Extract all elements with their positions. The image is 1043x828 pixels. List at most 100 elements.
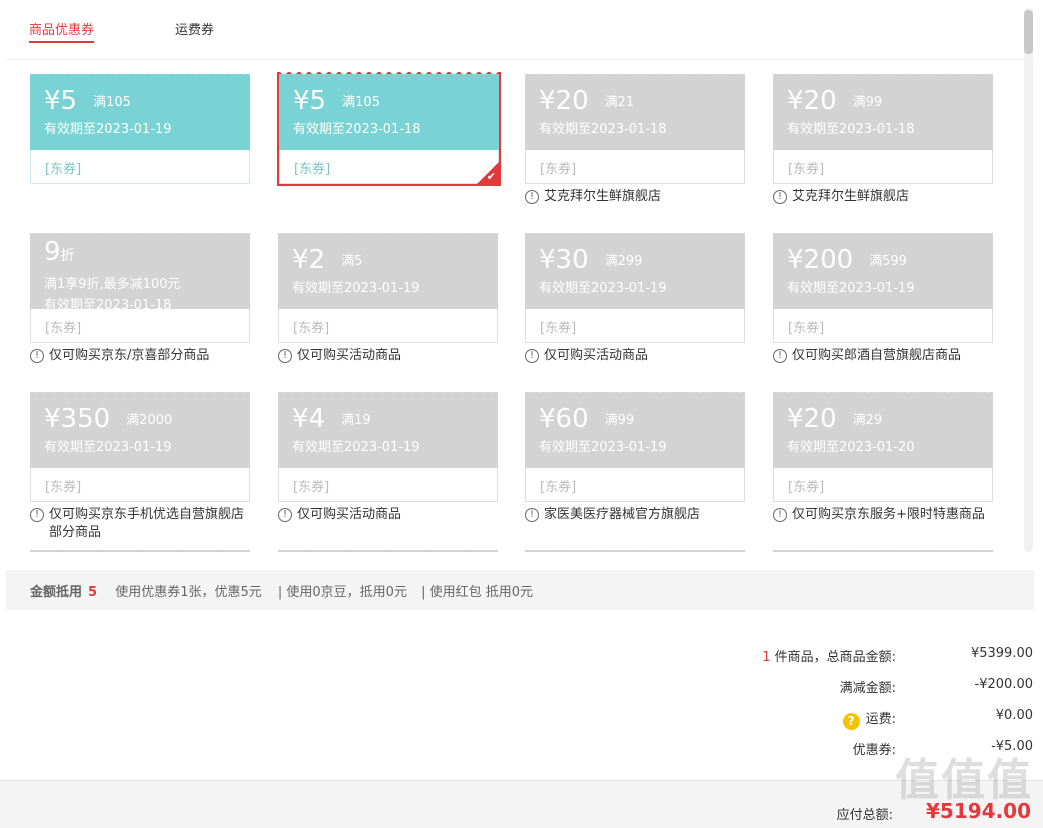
discount-summary: 金额抵用 5 使用优惠券1张，优惠5元 | 使用0京豆，抵用0元 | 使用红包 抵… [6, 570, 1034, 610]
coupon-condition: 满105 [93, 95, 131, 110]
coupon-expiry: 有效期至2023-01-18 [787, 122, 915, 137]
coupon-tag: [东券] [279, 150, 499, 184]
coupon-note: 仅可购买郎酒自营旗舰店商品 [792, 348, 962, 363]
coupon-label: 优惠券: [852, 743, 896, 758]
coupon-price: ¥30 [539, 245, 589, 275]
coupon-price: ¥20 [787, 86, 837, 116]
coupon-card-partial [278, 546, 498, 552]
scrollbar-thumb[interactable] [1024, 10, 1033, 54]
coupon-price: ¥2 [292, 245, 326, 275]
coupon-price: ¥5 [293, 86, 327, 116]
coupon-expiry: 有效期至2023-01-18 [293, 122, 421, 137]
coupon-condition: 满21 [604, 95, 635, 110]
coupon-price: ¥200 [787, 245, 854, 275]
coupon-card[interactable]: ¥2 满5 有效期至2023-01-19 [东券] ! 仅可购买活动商品 [278, 229, 498, 365]
coupon-card-partial [773, 546, 993, 552]
coupon-expiry: 有效期至2023-01-19 [539, 440, 667, 455]
coupon-card-selected[interactable]: ¥5 满105 有效期至2023-01-18 [东券] ✔ [277, 70, 501, 186]
coupon-note: 仅可购买活动商品 [297, 507, 402, 522]
coupon-panel: 商品优惠券 运费券 ¥5 满105 有效期至2023-01-19 [东券] ¥5 满… [6, 0, 1034, 610]
coupon-price: ¥20 [539, 86, 589, 116]
checkmark-icon: ✔ [486, 170, 496, 183]
summary-coupon-text: 使用优惠券1张，优惠5元 [115, 585, 262, 600]
coupon-card[interactable]: ¥350 满2000 有效期至2023-01-19 [东券] ! 仅可购买京东手机优… [30, 388, 250, 542]
info-icon: ! [773, 508, 787, 522]
coupon-price: ¥4 [292, 404, 326, 434]
coupon-tag: [东券] [278, 468, 498, 502]
coupon-note: 艾克拜尔生鲜旗舰店 [792, 189, 910, 204]
coupon-expiry: 有效期至2023-01-20 [787, 440, 915, 455]
info-icon: ! [525, 508, 539, 522]
coupon-condition: 满99 [604, 413, 635, 428]
coupon-note: 仅可购买京东/京喜部分商品 [49, 348, 210, 363]
coupon-card[interactable]: ¥20 满21 有效期至2023-01-18 [东券] ! 艾克拜尔生鲜旗舰店 [525, 70, 745, 206]
shipping-value: ¥0.00 [995, 708, 1033, 723]
coupon-expiry: 有效期至2023-01-19 [44, 122, 172, 137]
shipping-row: ? 运费: ¥0.00 [633, 708, 1033, 739]
coupon-tag: [东券] [30, 468, 250, 502]
coupon-tag: [东券] [773, 309, 993, 343]
coupon-card-partial [525, 546, 745, 552]
coupon-condition: 满2000 [126, 413, 173, 428]
tab-goods-coupon[interactable]: 商品优惠券 [29, 19, 95, 43]
coupon-condition: 满99 [852, 95, 883, 110]
coupon-price: ¥60 [539, 404, 589, 434]
tab-shipping-coupon[interactable]: 运费券 [175, 19, 214, 41]
coupon-condition: 满29 [852, 413, 883, 428]
coupon-condition: 满599 [869, 254, 907, 269]
coupon-card[interactable]: ¥30 满299 有效期至2023-01-19 [东券] ! 仅可购买活动商品 [525, 229, 745, 365]
scrollbar[interactable] [1024, 8, 1033, 552]
summary-label: 金额抵用 [30, 585, 83, 600]
goods-total-row: 1 件商品，总商品金额: ¥5399.00 [633, 646, 1033, 677]
coupon-tag: [东券] [773, 468, 993, 502]
goods-total-value: ¥5399.00 [970, 646, 1033, 661]
coupon-expiry: 有效期至2023-01-19 [787, 281, 915, 296]
coupon-condition: 满5 [341, 254, 363, 269]
coupon-card-partial [30, 546, 250, 552]
coupon-expiry: 有效期至2023-01-19 [292, 440, 420, 455]
pay-total-label: 应付总额: [836, 808, 893, 823]
info-icon: ! [30, 508, 44, 522]
info-icon: ! [278, 508, 292, 522]
discount-row: 满减金额: -¥200.00 [633, 677, 1033, 708]
watermark-logo: 值值值 [895, 755, 1033, 806]
goods-total-label: 件商品，总商品金额: [774, 650, 896, 665]
info-icon: ! [278, 349, 292, 363]
coupon-tag: [东券] [773, 150, 993, 184]
coupon-card[interactable]: ¥60 满99 有效期至2023-01-19 [东券] ! 家医美医疗器械官方旗舰店 [525, 388, 745, 524]
payment-bar: 应付总额: ¥5194.00 [0, 780, 1043, 828]
question-icon[interactable]: ? [842, 713, 860, 730]
info-icon: ! [773, 349, 787, 363]
coupon-tag: [东券] [525, 150, 745, 184]
coupon-card[interactable]: ¥5 满105 有效期至2023-01-19 [东券] [30, 70, 250, 184]
coupon-note: 仅可购买京东手机优选自营旗舰店部分商品 [49, 507, 245, 540]
coupon-tag: [东券] [30, 150, 250, 184]
info-icon: ! [525, 190, 539, 204]
coupon-tag: [东券] [278, 309, 498, 343]
coupon-card[interactable]: ¥20 满99 有效期至2023-01-18 [东券] ! 艾克拜尔生鲜旗舰店 [773, 70, 993, 206]
coupon-expiry: 有效期至2023-01-18 [539, 122, 667, 137]
coupon-expiry: 有效期至2023-01-18 [44, 298, 172, 313]
coupon-note: 仅可购买活动商品 [544, 348, 649, 363]
coupon-price: ¥5 [44, 86, 78, 116]
info-icon: ! [525, 349, 539, 363]
coupon-tag: [东券] [525, 468, 745, 502]
coupon-expiry: 有效期至2023-01-19 [539, 281, 667, 296]
coupon-condition: 满19 [341, 413, 371, 428]
info-icon: ! [30, 349, 44, 363]
coupon-note: 仅可购买活动商品 [297, 348, 402, 363]
coupon-unit: 折 [60, 248, 75, 264]
coupon-card[interactable]: ¥4 满19 有效期至2023-01-19 [东券] ! 仅可购买活动商品 [278, 388, 498, 524]
coupon-condition: 满299 [604, 254, 643, 269]
coupon-rule: 满1享9折,最多减100元 [44, 277, 181, 292]
shipping-label: 运费: [865, 712, 896, 727]
discount-value: -¥200.00 [974, 677, 1033, 692]
discount-label: 满减金额: [839, 681, 896, 696]
coupon-card[interactable]: 9折 满1享9折,最多减100元 有效期至2023-01-18 [东券] ! 仅可… [30, 229, 250, 365]
coupon-price: 9 [44, 237, 61, 267]
coupon-card[interactable]: ¥200 满599 有效期至2023-01-19 [东券] ! 仅可购买郎酒自营旗舰… [773, 229, 993, 365]
coupon-tag: [东券] [525, 309, 745, 343]
coupon-tag: [东券] [30, 309, 250, 343]
coupon-card[interactable]: ¥20 满29 有效期至2023-01-20 [东券] ! 仅可购买京东服务+限时特… [773, 388, 993, 524]
item-count: 1 [762, 650, 771, 665]
